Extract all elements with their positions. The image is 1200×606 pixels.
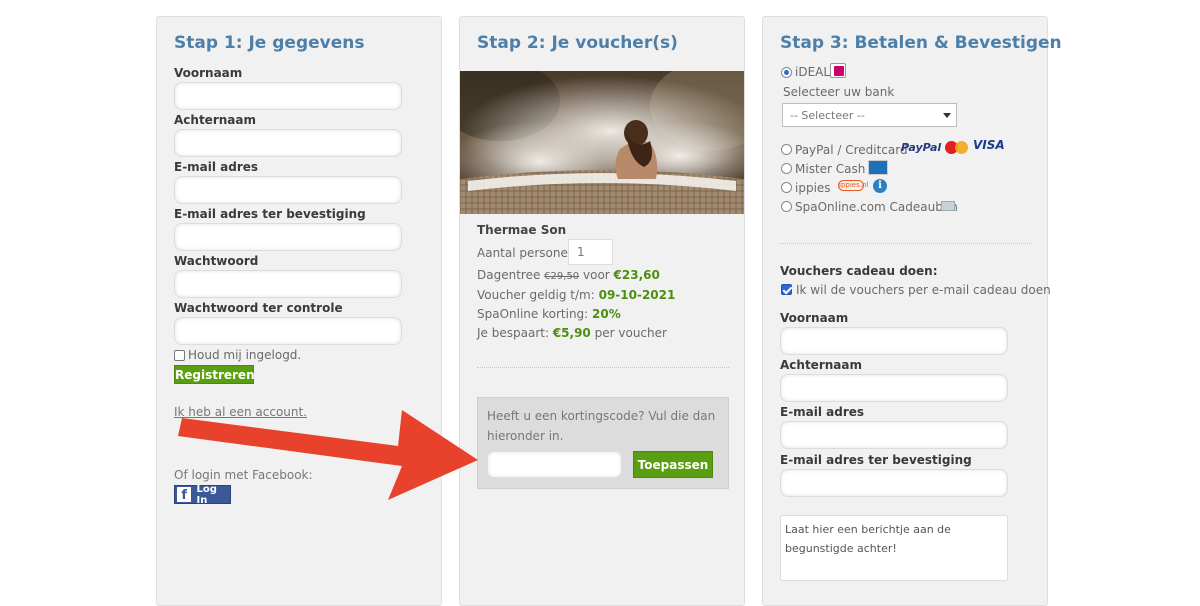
ippies-radio[interactable] (781, 182, 792, 193)
email-confirm-input[interactable] (174, 223, 402, 251)
validity-line: Voucher geldig t/m: 09-10-2021 (477, 288, 675, 302)
gift-email-input[interactable] (780, 421, 1008, 449)
facebook-icon: f (177, 487, 192, 502)
old-price: €29,50 (544, 271, 580, 282)
discount-line: SpaOnline korting: 20% (477, 307, 621, 321)
gift-email-label: E-mail adres (780, 405, 865, 419)
lastname-input[interactable] (174, 129, 402, 157)
savings-line: Je bespaart: €5,90 per voucher (477, 326, 667, 340)
divider (780, 243, 1032, 244)
ideal-radio[interactable] (781, 67, 792, 78)
persons-label: Aantal personen: (477, 246, 580, 260)
facebook-login-label: Of login met Facebook: (174, 468, 313, 482)
persons-input[interactable]: 1 (568, 239, 613, 265)
mistercash-label: Mister Cash (795, 162, 866, 176)
bank-select[interactable]: -- Selecteer -- (782, 103, 957, 127)
gift-checkbox-label: Ik wil de vouchers per e-mail cadeau doe… (796, 283, 1051, 297)
giftcard-icon (941, 201, 955, 211)
gift-message-textarea[interactable]: Laat hier een berichtje aan de begunstig… (780, 515, 1008, 581)
ideal-icon (830, 63, 846, 78)
savings-suffix: per voucher (594, 326, 667, 340)
register-button[interactable]: Registreren (174, 365, 255, 384)
step2-title: Stap 2: Je voucher(s) (477, 33, 678, 53)
product-photo (460, 71, 744, 214)
facebook-button-label: Log In (196, 483, 217, 506)
savings-value: €5,90 (552, 326, 591, 340)
price-line: Dagentree €29,50 voor €23,60 (477, 268, 660, 282)
price-mid: voor (583, 268, 610, 282)
mistercash-radio[interactable] (781, 163, 792, 174)
paypal-radio[interactable] (781, 144, 792, 155)
password-label: Wachtwoord (174, 254, 259, 268)
step2-panel: Stap 2: Je voucher(s) Thermae Son Aantal… (459, 16, 745, 606)
firstname-input[interactable] (174, 82, 402, 110)
promo-code-input[interactable] (487, 451, 622, 478)
promo-code-box: Heeft u een kortingscode? Vul die dan hi… (477, 397, 729, 489)
step3-panel: Stap 3: Betalen & Bevestigen iDEAL Selec… (762, 16, 1062, 606)
gift-email-confirm-label: E-mail adres ter bevestiging (780, 453, 972, 467)
info-icon[interactable]: i (873, 179, 887, 193)
giftcard-radio[interactable] (781, 201, 792, 212)
facebook-login-button[interactable]: f Log In (174, 483, 231, 506)
price-prefix: Dagentree (477, 268, 541, 282)
email-input[interactable] (174, 176, 402, 204)
have-account-link[interactable]: Ik heb al een account. (174, 405, 307, 419)
lastname-label: Achternaam (174, 113, 256, 127)
discount-label: SpaOnline korting: (477, 307, 589, 321)
gift-checkbox[interactable] (781, 284, 792, 295)
product-name: Thermae Son (477, 223, 567, 237)
email-label: E-mail adres (174, 160, 259, 174)
step3-title: Stap 3: Betalen & Bevestigen (780, 33, 1062, 53)
visa-logo: VISA (973, 138, 1005, 152)
discount-value: 20% (592, 307, 621, 321)
remember-me-checkbox[interactable] (174, 350, 185, 361)
gift-lastname-label: Achternaam (780, 358, 862, 372)
divider (477, 367, 729, 368)
valid-label: Voucher geldig t/m: (477, 288, 595, 302)
gift-lastname-input[interactable] (780, 374, 1008, 402)
password-confirm-label: Wachtwoord ter controle (174, 301, 343, 315)
promo-text-2: hieronder in. (487, 429, 564, 443)
gift-email-confirm-input[interactable] (780, 469, 1008, 497)
chevron-down-icon (943, 113, 951, 118)
step1-panel: Stap 1: Je gegevens Voornaam Achternaam … (156, 16, 442, 606)
hot-tub-image (460, 71, 744, 214)
ippies-logo: ippies.nl (838, 180, 869, 191)
ippies-label: ippies (795, 181, 831, 195)
gift-firstname-input[interactable] (780, 327, 1008, 355)
bank-label: Selecteer uw bank (783, 85, 895, 99)
remember-me-label: Houd mij ingelogd. (188, 348, 302, 362)
giftcard-label: SpaOnline.com Cadeaubon (795, 200, 958, 214)
email-confirm-label: E-mail adres ter bevestiging (174, 207, 366, 221)
mastercard-icon (945, 140, 969, 155)
step1-title: Stap 1: Je gegevens (174, 33, 365, 53)
gift-firstname-label: Voornaam (780, 311, 849, 325)
firstname-label: Voornaam (174, 66, 243, 80)
valid-date: 09-10-2021 (598, 288, 676, 302)
ideal-label: iDEAL (795, 65, 831, 79)
apply-promo-button[interactable]: Toepassen (633, 451, 713, 478)
promo-text-1: Heeft u een kortingscode? Vul die dan (487, 409, 716, 423)
mistercash-icon (868, 160, 888, 175)
password-confirm-input[interactable] (174, 317, 402, 345)
gift-heading: Vouchers cadeau doen: (780, 264, 938, 278)
new-price: €23,60 (613, 268, 660, 282)
paypal-label: PayPal / Creditcard (795, 143, 908, 157)
savings-label: Je bespaart: (477, 326, 549, 340)
paypal-logo: PayPal (901, 141, 942, 154)
bank-select-value: -- Selecteer -- (790, 109, 865, 122)
password-input[interactable] (174, 270, 402, 298)
